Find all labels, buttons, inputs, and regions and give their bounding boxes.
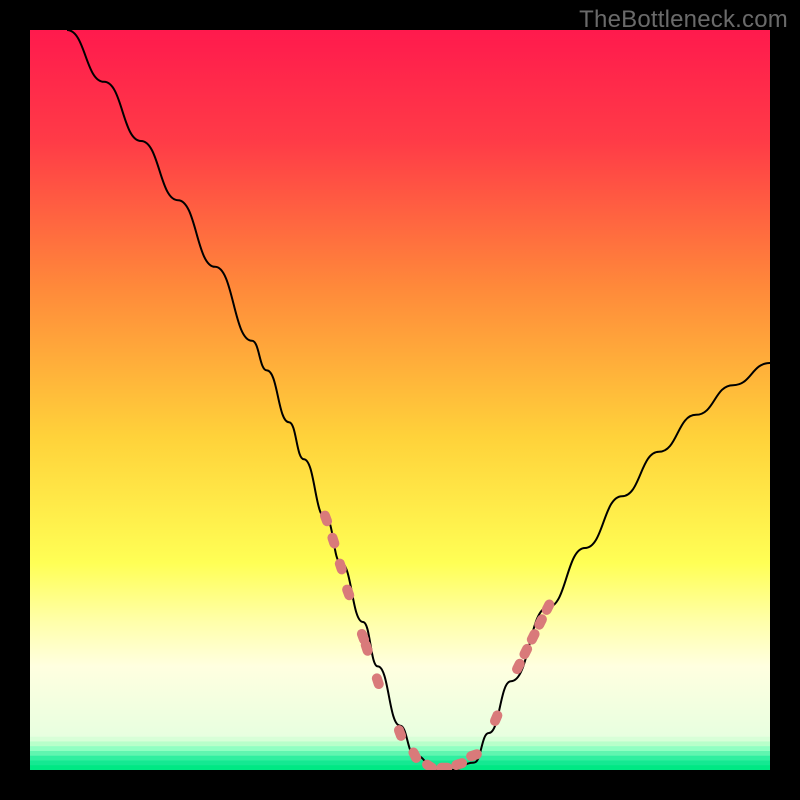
chart-frame xyxy=(30,30,770,770)
bottleneck-chart xyxy=(30,30,770,770)
watermark-text: TheBottleneck.com xyxy=(579,6,788,34)
highlight-marker xyxy=(436,763,452,770)
green-bands xyxy=(30,737,770,770)
